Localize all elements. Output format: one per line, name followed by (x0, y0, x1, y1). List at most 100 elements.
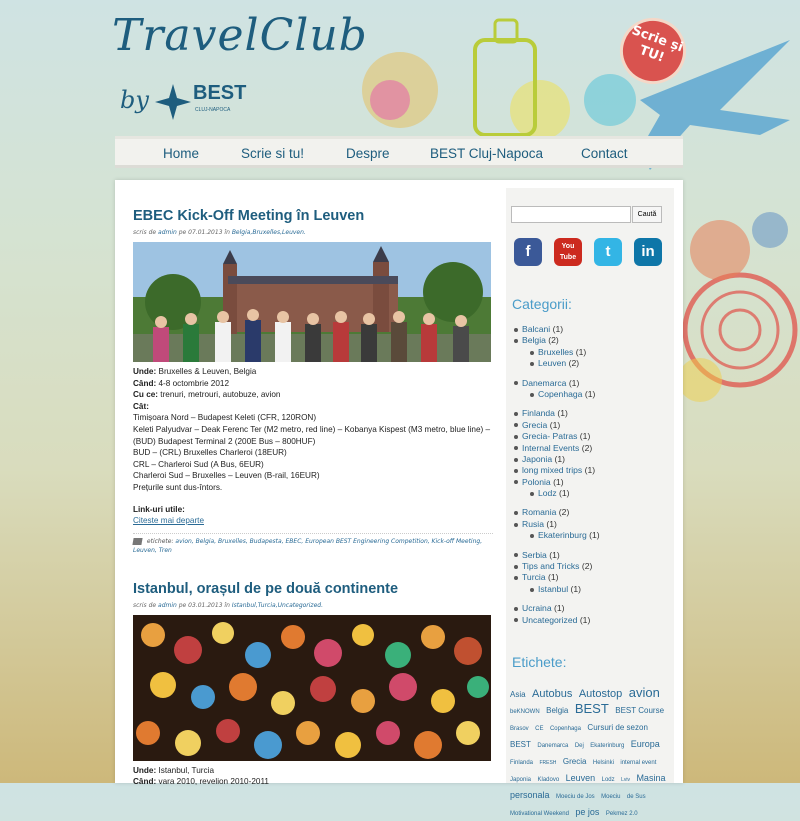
category-link[interactable]: Ucraina (522, 603, 552, 613)
tags-prefix: etichete: (146, 537, 174, 545)
category-item: Ucraina (1) (514, 603, 669, 614)
tag-link[interactable]: Finlanda (510, 760, 533, 766)
tag-link[interactable]: Motivational Weekend (510, 811, 569, 817)
tag-link[interactable]: Pekmez 2.0 (606, 811, 638, 817)
bullet-icon (514, 381, 518, 386)
category-link[interactable]: Balcani (522, 324, 550, 334)
category-link[interactable]: Istanbul (538, 584, 568, 594)
linkedin-icon[interactable]: in (634, 238, 662, 266)
tag-link[interactable]: Dej (575, 743, 584, 749)
category-link[interactable]: Leuven (538, 358, 566, 368)
tag-link[interactable]: Copenhaga (550, 726, 581, 732)
tag-link[interactable]: Cursuri de sezon (587, 723, 647, 732)
post-title[interactable]: EBEC Kick-Off Meeting în Leuven (133, 208, 493, 224)
category-count: (1) (570, 583, 582, 594)
nav-contact[interactable]: Contact (581, 146, 628, 161)
nav-best-cluj-napoca[interactable]: BEST Cluj-Napoca (430, 146, 543, 161)
bullet-icon (514, 618, 518, 623)
meta-categories-link[interactable]: Belgia,Bruxelles,Leuven. (232, 229, 306, 236)
category-item: Copenhaga (1) (514, 389, 669, 400)
tag-link[interactable]: Autostop (579, 688, 622, 700)
meta-date: pe 07.01.2013 în (178, 229, 230, 236)
tag-link[interactable]: BEST (575, 701, 609, 716)
tag-link[interactable]: Moeciu de Jos (556, 794, 595, 800)
category-link[interactable]: Serbia (522, 550, 547, 560)
category-link[interactable]: Danemarca (522, 378, 566, 388)
tag-link[interactable]: Leuven (566, 773, 596, 783)
tag-link[interactable]: pe jos (575, 807, 599, 817)
tag-link[interactable]: Lodz (602, 777, 615, 783)
twitter-icon[interactable]: t (594, 238, 622, 266)
category-link[interactable]: long mixed trips (522, 465, 582, 475)
tag-link[interactable]: Belgia (546, 706, 568, 715)
nav-scrie-si-tu[interactable]: Scrie si tu! (241, 146, 304, 161)
tag-link[interactable]: BEST (510, 740, 531, 749)
tag-link[interactable]: avion (629, 685, 660, 700)
meta-categories-link[interactable]: Istanbul,Turcia,Uncategorized. (232, 602, 323, 609)
nav-despre[interactable]: Despre (346, 146, 390, 161)
category-link[interactable]: Rusia (522, 519, 544, 529)
site-logo[interactable]: TravelClub (112, 10, 367, 70)
category-link[interactable]: Lodz (538, 488, 557, 498)
category-spacer (514, 400, 669, 408)
category-link[interactable]: Uncategorized (522, 615, 577, 625)
category-link[interactable]: Belgia (522, 335, 546, 345)
best-logo-sub: CLUJ-NAPOCA (195, 107, 231, 113)
category-item: Ekaterinburg (1) (514, 530, 669, 541)
category-link[interactable]: Copenhaga (538, 389, 582, 399)
category-count: (1) (575, 346, 587, 357)
category-link[interactable]: Polonia (522, 477, 551, 487)
tag-link[interactable]: Japonia (510, 777, 531, 783)
search-button[interactable]: Caută (632, 206, 662, 223)
tag-link[interactable]: internal event (620, 760, 656, 766)
sidebar: Caută f You Tube t in Categorii: Balcani… (506, 188, 674, 817)
category-link[interactable]: Turcia (522, 572, 546, 582)
category-link[interactable]: Internal Events (522, 443, 579, 453)
cu-ce-label: Cu ce: (133, 390, 159, 400)
category-link[interactable]: Grecia (522, 420, 547, 430)
bullet-icon (514, 480, 518, 485)
category-link[interactable]: Grecia- Patras (522, 431, 577, 441)
tag-link[interactable]: Lviv (621, 777, 630, 783)
tags-links[interactable]: avion, Belgia, Bruxelles, Budapesta, EBE… (133, 538, 482, 554)
bullet-icon (530, 533, 534, 538)
category-link[interactable]: Bruxelles (538, 347, 573, 357)
category-link[interactable]: Tips and Tricks (522, 561, 579, 571)
facebook-icon[interactable]: f (514, 238, 542, 266)
meta-author-link[interactable]: admin (158, 229, 177, 236)
category-item: Turcia (1) (514, 572, 669, 583)
tag-link[interactable]: Danemarca (537, 743, 568, 749)
cost-line: CRL – Charleroi Sud (A Bus, 6EUR) (133, 459, 264, 469)
category-link[interactable]: Ekaterinburg (538, 530, 587, 540)
meta-author-link[interactable]: admin (158, 602, 177, 609)
bullet-icon (530, 350, 534, 355)
category-link[interactable]: Japonia (522, 454, 552, 464)
tag-link[interactable]: Helsinki (593, 760, 614, 766)
tag-link[interactable]: Asia (510, 690, 526, 699)
youtube-icon[interactable]: You Tube (554, 238, 582, 266)
tag-link[interactable]: beKNOWN (510, 709, 540, 715)
tag-link[interactable]: Ekaterinburg (590, 743, 624, 749)
tag-link[interactable]: BEST Course (615, 706, 664, 715)
tag-link[interactable]: de Sus (627, 794, 646, 800)
tag-link[interactable]: Europa (631, 739, 660, 749)
category-link[interactable]: Finlanda (522, 408, 555, 418)
tag-link[interactable]: FRESH (539, 760, 556, 766)
tag-link[interactable]: CE (535, 726, 543, 732)
best-logo[interactable]: BEST CLUJ-NAPOCA (155, 76, 255, 124)
category-link[interactable]: Romania (522, 507, 556, 517)
tag-link[interactable]: Moeciu (601, 794, 620, 800)
nav-home[interactable]: Home (163, 146, 199, 161)
tag-link[interactable]: Kladovo (537, 777, 559, 783)
cost-line: Keleti Palyudvar – Deak Ferenc Ter (M2 m… (133, 424, 491, 446)
unde-label: Unde: (133, 765, 157, 775)
category-count: (1) (579, 431, 591, 442)
bullet-icon (514, 553, 518, 558)
tag-link[interactable]: Brasov (510, 726, 529, 732)
post-title[interactable]: Istanbul, orașul de pe două continente (133, 581, 493, 597)
tag-link[interactable]: Autobus (532, 688, 572, 700)
search-input[interactable] (511, 206, 631, 223)
read-more-link[interactable]: Citeste mai departe (133, 516, 204, 525)
category-count: (1) (579, 614, 591, 625)
tag-link[interactable]: Grecia (563, 757, 587, 766)
